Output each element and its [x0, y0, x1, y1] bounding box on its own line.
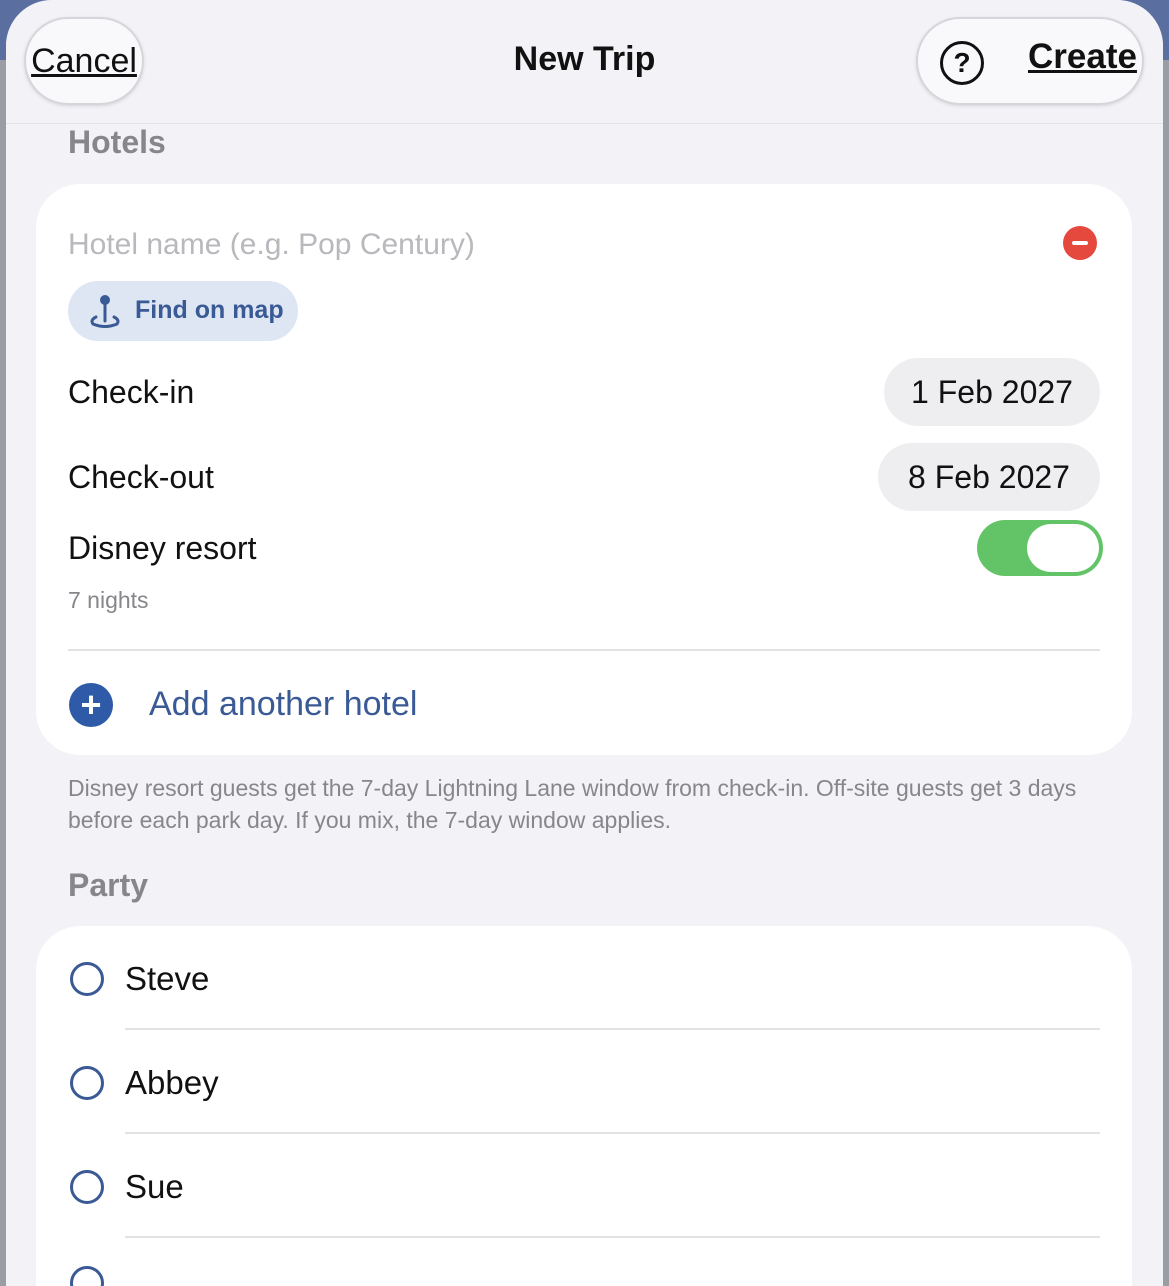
new-trip-sheet: Cancel New Trip ? Create Hotels Hotel na… — [6, 0, 1163, 1286]
add-another-hotel-button[interactable]: Add another hotel — [149, 685, 417, 724]
party-member-row-partial[interactable] — [36, 1238, 1132, 1286]
radio-unchecked-icon[interactable] — [70, 962, 104, 996]
hotel-name-input[interactable]: Hotel name (e.g. Pop Century) — [68, 228, 475, 262]
hotels-section-title: Hotels — [68, 124, 166, 160]
radio-unchecked-icon[interactable] — [70, 1266, 104, 1286]
question-circle-icon[interactable]: ? — [940, 41, 984, 85]
checkout-date-picker[interactable]: 8 Feb 2027 — [878, 443, 1100, 511]
party-card: Steve Abbey Sue — [36, 926, 1132, 1286]
party-member-name: Steve — [125, 960, 210, 997]
party-section-title: Party — [68, 867, 149, 903]
plus-circle-icon[interactable]: + — [69, 683, 113, 727]
party-member-row[interactable]: Abbey — [36, 1030, 1132, 1134]
lightning-lane-footnote: Disney resort guests get the 7-day Light… — [68, 775, 1077, 833]
create-button[interactable]: Create — [1028, 37, 1137, 77]
checkout-label: Check-out — [68, 459, 214, 495]
nights-count: 7 nights — [68, 587, 149, 613]
checkin-date-picker[interactable]: 1 Feb 2027 — [884, 358, 1100, 426]
checkin-label: Check-in — [68, 374, 195, 410]
find-on-map-label: Find on map — [135, 296, 284, 324]
divider — [68, 649, 1100, 651]
nav-actions-group: ? Create — [916, 17, 1144, 105]
toggle-knob — [1027, 524, 1099, 572]
party-member-name: Abbey — [125, 1064, 219, 1101]
hotel-card: Hotel name (e.g. Pop Century) Find on ma… — [36, 184, 1132, 755]
party-member-name: Sue — [125, 1168, 184, 1205]
radio-unchecked-icon[interactable] — [70, 1170, 104, 1204]
find-on-map-button[interactable]: Find on map — [68, 281, 298, 341]
navigation-bar: Cancel New Trip ? Create — [6, 0, 1163, 124]
radio-unchecked-icon[interactable] — [70, 1066, 104, 1100]
disney-resort-toggle[interactable] — [977, 520, 1103, 576]
party-member-row[interactable]: Steve — [36, 926, 1132, 1030]
map-pin-icon — [90, 295, 120, 328]
disney-resort-label: Disney resort — [68, 530, 257, 566]
party-member-row[interactable]: Sue — [36, 1134, 1132, 1238]
remove-hotel-icon[interactable] — [1063, 226, 1097, 260]
